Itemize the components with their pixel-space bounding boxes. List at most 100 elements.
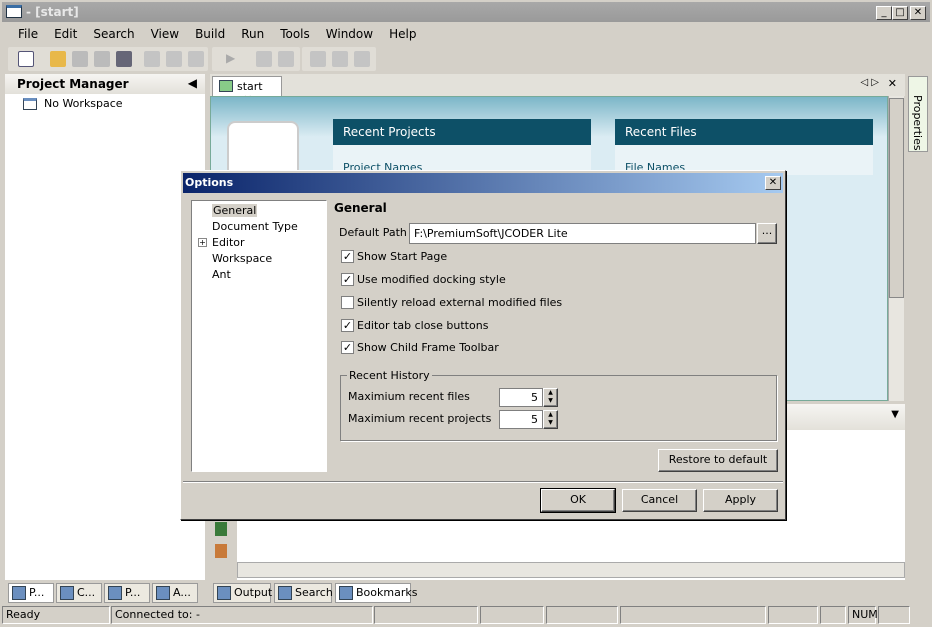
tab-close-buttons-checkbox[interactable]: ✓: [341, 319, 354, 332]
dialog-separator: [183, 481, 783, 483]
remove-icon[interactable]: [354, 51, 370, 67]
editor-tab-strip: start ✕ ◁ ▷ ✕: [210, 74, 905, 106]
menu-file[interactable]: File: [10, 27, 46, 41]
import-all-icon[interactable]: [332, 51, 348, 67]
output-horizontal-scrollbar[interactable]: [237, 562, 905, 578]
status-connection: Connected to: -: [111, 606, 373, 624]
menu-help[interactable]: Help: [381, 27, 424, 41]
project-icon: [12, 586, 26, 600]
apply-button[interactable]: Apply: [703, 489, 778, 512]
minimize-button[interactable]: _: [876, 6, 892, 20]
default-path-label: Default Path: [339, 226, 407, 239]
status-pane-5: [546, 606, 618, 624]
show-start-page-checkbox[interactable]: ✓: [341, 250, 354, 263]
recent-files-header: Recent Files: [615, 119, 873, 145]
tab-start[interactable]: start ✕: [212, 76, 282, 106]
expand-editor-icon[interactable]: +: [198, 238, 207, 247]
dialog-title: Options: [185, 176, 234, 189]
output-icon: [217, 586, 231, 600]
browse-button[interactable]: ...: [757, 223, 777, 244]
toolbar-file: [8, 47, 208, 71]
collapse-left-icon[interactable]: ◀: [188, 76, 197, 90]
print-icon[interactable]: [116, 51, 132, 67]
silently-reload-checkbox[interactable]: [341, 296, 354, 309]
lock-icon: [108, 586, 122, 600]
bookmark-next-icon[interactable]: [215, 522, 227, 536]
new-file-icon[interactable]: [18, 51, 34, 67]
editor-vertical-scrollbar[interactable]: [888, 96, 904, 401]
max-files-spinner[interactable]: 5: [499, 388, 543, 407]
status-pane-6: [620, 606, 766, 624]
dialog-close-button[interactable]: ✕: [765, 176, 781, 190]
project-tree: No Workspace: [5, 94, 205, 580]
start-page-icon: [219, 80, 233, 92]
save-all-icon[interactable]: [94, 51, 110, 67]
ok-button[interactable]: OK: [540, 488, 616, 513]
output-menu-icon[interactable]: ▼: [891, 409, 899, 420]
options-tree: General Document Type + Editor Workspace…: [191, 200, 327, 472]
docking-style-checkbox[interactable]: ✓: [341, 273, 354, 286]
title-bar: - [start] _ □ ✕: [0, 0, 932, 24]
menu-view[interactable]: View: [143, 27, 187, 41]
tree-item-ant[interactable]: Ant: [212, 268, 231, 281]
cut-icon[interactable]: [144, 51, 160, 67]
recent-projects-header: Recent Projects: [333, 119, 591, 145]
import-icon[interactable]: [310, 51, 326, 67]
menu-search[interactable]: Search: [85, 27, 142, 41]
project-manager-title: Project Manager: [17, 77, 129, 91]
max-projects-spin-buttons[interactable]: ▲ ▼: [543, 410, 558, 429]
cancel-button[interactable]: Cancel: [622, 489, 697, 512]
tab-search[interactable]: Search: [274, 583, 333, 603]
tree-item-document-type[interactable]: Document Type: [212, 220, 298, 233]
menu-run[interactable]: Run: [233, 27, 272, 41]
status-pane-4: [480, 606, 544, 624]
child-frame-toolbar-checkbox[interactable]: ✓: [341, 341, 354, 354]
copy-icon[interactable]: [166, 51, 182, 67]
properties-side-tab[interactable]: Properties: [908, 76, 928, 152]
menu-build[interactable]: Build: [187, 27, 233, 41]
build-icon[interactable]: [256, 51, 272, 67]
close-button[interactable]: ✕: [910, 6, 926, 20]
bookmarks-icon: [339, 586, 353, 600]
save-icon[interactable]: [72, 51, 88, 67]
app-icon: [6, 5, 22, 18]
menu-tools[interactable]: Tools: [272, 27, 318, 41]
tab-scroll-left-icon[interactable]: ◁ ▷: [860, 77, 879, 88]
status-pane-3: [374, 606, 478, 624]
workspace-icon: [23, 98, 37, 110]
paste-icon[interactable]: [188, 51, 204, 67]
left-tab-properties[interactable]: P...: [104, 583, 150, 603]
menu-edit[interactable]: Edit: [46, 27, 85, 41]
close-editor-icon[interactable]: ✕: [888, 77, 897, 90]
left-tab-ant[interactable]: A...: [152, 583, 198, 603]
default-path-input[interactable]: [409, 223, 756, 244]
max-files-label: Maximium recent files: [348, 390, 470, 403]
class-icon: [60, 586, 74, 600]
toolbar-run: ▶: [212, 47, 300, 71]
restore-default-button[interactable]: Restore to default: [658, 449, 778, 472]
tree-item-editor[interactable]: Editor: [212, 236, 245, 249]
menu-window[interactable]: Window: [318, 27, 381, 41]
max-files-spin-buttons[interactable]: ▲ ▼: [543, 388, 558, 407]
left-tab-class[interactable]: C...: [56, 583, 102, 603]
dialog-title-bar: Options ✕: [183, 173, 783, 193]
window-title: - [start]: [26, 5, 79, 19]
section-heading: General: [334, 201, 387, 215]
options-dialog: Options ✕ General Document Type + Editor…: [180, 170, 786, 520]
tree-item-no-workspace[interactable]: No Workspace: [44, 97, 123, 110]
status-num: NUM: [848, 606, 878, 624]
bookmark-clear-icon[interactable]: [215, 544, 227, 558]
max-projects-label: Maximium recent projects: [348, 412, 492, 425]
recent-history-title: Recent History: [347, 369, 432, 382]
maximize-button[interactable]: □: [892, 6, 908, 20]
open-folder-icon[interactable]: [50, 51, 66, 67]
rebuild-icon[interactable]: [278, 51, 294, 67]
tree-item-general[interactable]: General: [212, 204, 258, 217]
tab-bookmarks[interactable]: Bookmarks: [335, 583, 417, 603]
run-icon[interactable]: ▶: [226, 51, 242, 67]
max-projects-spinner[interactable]: 5: [499, 410, 543, 429]
left-tab-project[interactable]: P...: [8, 583, 54, 603]
scroll-thumb[interactable]: [889, 98, 904, 298]
tree-item-workspace[interactable]: Workspace: [212, 252, 272, 265]
tab-output[interactable]: Output: [213, 583, 272, 603]
